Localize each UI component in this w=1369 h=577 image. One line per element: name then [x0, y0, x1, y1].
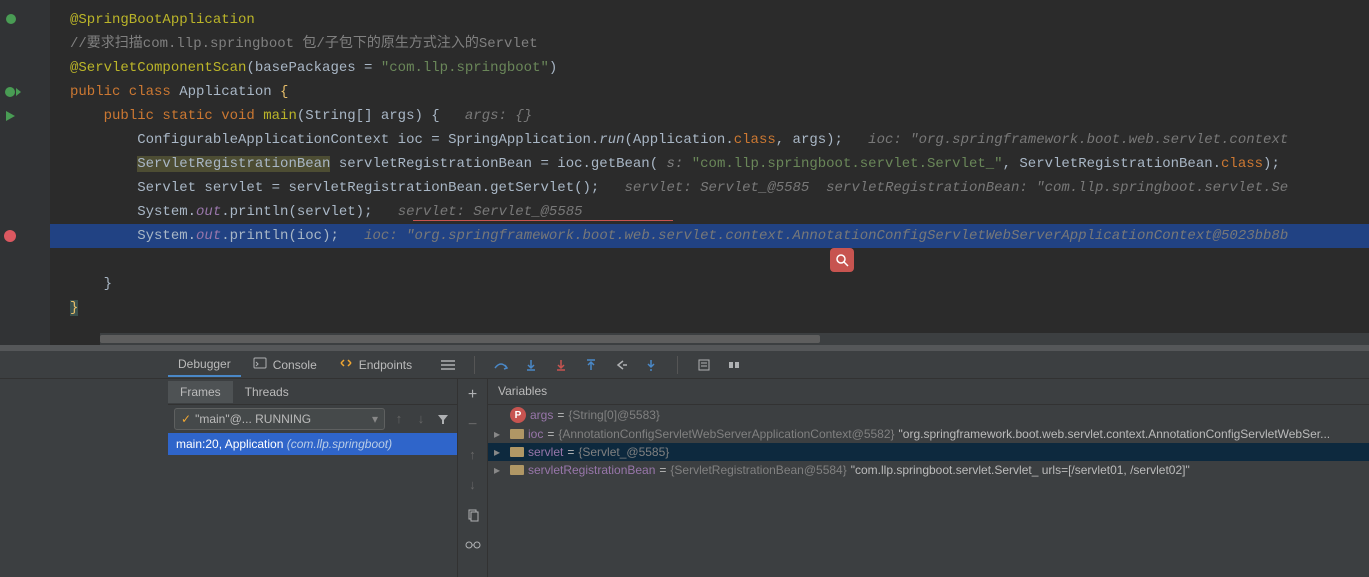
left-toolbar-strip [0, 379, 168, 577]
annotation: @SpringBootApplication [70, 12, 255, 28]
tab-console[interactable]: Console [243, 352, 327, 377]
variables-header: Variables [488, 379, 1369, 405]
step-into-icon[interactable] [523, 357, 539, 373]
underline-annotation [413, 220, 673, 221]
expand-icon[interactable]: ▸ [494, 463, 506, 477]
threads-tab[interactable]: Threads [233, 381, 301, 403]
up-icon[interactable]: ↑ [465, 447, 481, 463]
thread-selector[interactable]: ✓ "main"@... RUNNING ▾ [174, 408, 385, 430]
object-badge-icon [510, 447, 524, 457]
endpoints-icon [339, 356, 353, 373]
horizontal-scrollbar[interactable] [100, 333, 1369, 345]
variable-row[interactable]: P args = {String[0]@5583} [488, 405, 1369, 425]
step-out-icon[interactable] [583, 357, 599, 373]
watches-icon[interactable] [465, 537, 481, 553]
expand-icon[interactable]: ▸ [494, 427, 506, 441]
variable-row[interactable]: ▸ servlet = {Servlet_@5585} [488, 443, 1369, 461]
gutter [0, 0, 50, 345]
debug-tabs: Debugger Console Endpoints [0, 351, 1369, 379]
next-frame-icon[interactable]: ↓ [413, 411, 429, 427]
drop-frame-icon[interactable] [613, 357, 629, 373]
chevron-down-icon: ▾ [372, 412, 378, 426]
comment: //要求扫描com.llp.springboot 包/子包下的原生方式注入的Se… [70, 36, 538, 52]
expand-icon[interactable]: ▸ [494, 445, 506, 459]
add-watch-icon[interactable]: + [465, 387, 481, 403]
prev-frame-icon[interactable]: ↑ [391, 411, 407, 427]
threads-icon[interactable] [440, 357, 456, 373]
variable-row[interactable]: ▸ ioc = {AnnotationConfigServletWebServe… [488, 425, 1369, 443]
tab-debugger[interactable]: Debugger [168, 353, 241, 377]
variable-row[interactable]: ▸ servletRegistrationBean = {ServletRegi… [488, 461, 1369, 479]
evaluate-icon[interactable] [696, 357, 712, 373]
filter-icon[interactable] [435, 411, 451, 427]
remove-watch-icon[interactable]: − [465, 417, 481, 433]
code-area[interactable]: @SpringBootApplication //要求扫描com.llp.spr… [50, 0, 1369, 345]
object-badge-icon [510, 465, 524, 475]
tab-endpoints[interactable]: Endpoints [329, 352, 422, 377]
debug-panel: Debugger Console Endpoints Frames Th [0, 351, 1369, 577]
copy-icon[interactable] [465, 507, 481, 523]
frames-tab[interactable]: Frames [168, 381, 233, 403]
param-badge-icon: P [510, 407, 526, 423]
object-badge-icon [510, 429, 524, 439]
console-icon [253, 356, 267, 373]
frames-panel: Frames Threads ✓ "main"@... RUNNING ▾ ↑ … [168, 379, 458, 577]
force-step-into-icon[interactable] [553, 357, 569, 373]
run-to-cursor-icon[interactable] [643, 357, 659, 373]
variables-panel: + − ↑ ↓ Variables P args = {String[0]@55… [458, 379, 1369, 577]
search-icon[interactable] [830, 248, 854, 272]
step-over-icon[interactable] [493, 357, 509, 373]
trace-icon[interactable] [726, 357, 742, 373]
code-editor[interactable]: @SpringBootApplication //要求扫描com.llp.spr… [0, 0, 1369, 345]
stack-frame-row[interactable]: main:20, Application (com.llp.springboot… [168, 433, 457, 455]
down-icon[interactable]: ↓ [465, 477, 481, 493]
